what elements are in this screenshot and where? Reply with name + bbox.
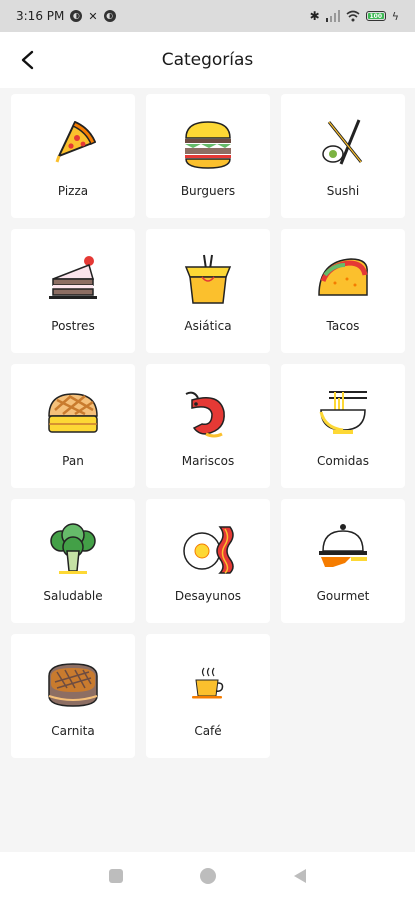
shrimp-icon	[185, 391, 225, 438]
category-card-saludable[interactable]: Saludable	[11, 499, 135, 623]
cake-icon	[49, 256, 97, 299]
square-icon	[108, 869, 123, 883]
battery-level: 100	[369, 12, 382, 20]
status-bar: 3:16 PM ◐ ✕ ◐ ✱ 100 ϟ	[0, 0, 415, 32]
category-label: Tacos	[326, 319, 360, 333]
category-label: Desayunos	[174, 589, 242, 603]
taco-icon	[318, 258, 368, 296]
category-label: Mariscos	[181, 454, 235, 468]
bread-icon	[48, 393, 98, 433]
coffee-cup-icon	[192, 667, 224, 699]
noodle-bowl-icon	[319, 391, 367, 434]
category-card-cafe[interactable]: Café	[146, 634, 270, 758]
category-label: Comidas	[317, 454, 369, 468]
signal-icon	[325, 10, 340, 22]
cloche-icon	[319, 524, 367, 567]
category-label: Sushi	[326, 184, 360, 198]
category-card-comidas[interactable]: Comidas	[281, 364, 405, 488]
category-label: Gourmet	[316, 589, 370, 603]
category-card-desayunos[interactable]: Desayunos	[146, 499, 270, 623]
egg-bacon-icon	[183, 526, 234, 574]
back-arrow-icon	[21, 50, 34, 70]
category-card-tacos[interactable]: Tacos	[281, 229, 405, 353]
category-card-pan[interactable]: Pan	[11, 364, 135, 488]
triangle-back-icon	[293, 869, 306, 883]
recents-button[interactable]	[106, 866, 126, 886]
category-label: Café	[194, 724, 222, 738]
takeout-box-icon	[184, 254, 232, 304]
category-card-mariscos[interactable]: Mariscos	[146, 364, 270, 488]
category-label: Carnita	[51, 724, 95, 738]
category-label: Pizza	[57, 184, 89, 198]
back-nav-button[interactable]	[290, 866, 310, 886]
category-label: Postres	[51, 319, 95, 333]
back-button[interactable]	[12, 44, 44, 76]
category-card-burguers[interactable]: Burguers	[146, 94, 270, 218]
broccoli-icon	[50, 523, 96, 574]
pizza-icon	[55, 121, 96, 163]
charging-icon: ϟ	[391, 9, 399, 23]
notification-icon: ◐	[70, 10, 83, 22]
battery-icon: 100	[365, 11, 386, 21]
category-label: Asiática	[184, 319, 232, 333]
sushi-icon	[322, 119, 363, 165]
bluetooth-icon: ✱	[309, 9, 320, 23]
home-button[interactable]	[198, 866, 218, 886]
category-card-asiatica[interactable]: Asiática	[146, 229, 270, 353]
burger-icon	[185, 121, 231, 169]
circle-icon	[199, 868, 216, 884]
notification-icon-2: ◐	[103, 10, 116, 22]
wifi-icon	[346, 10, 360, 22]
tools-icon: ✕	[88, 9, 98, 23]
category-card-postres[interactable]: Postres	[11, 229, 135, 353]
status-time: 3:16 PM	[16, 9, 65, 23]
app-bar: Categorías	[0, 32, 415, 88]
page-title: Categorías	[161, 50, 254, 70]
category-card-gourmet[interactable]: Gourmet	[281, 499, 405, 623]
category-label: Saludable	[43, 589, 103, 603]
category-label: Burguers	[180, 184, 236, 198]
steak-icon	[48, 663, 98, 707]
category-grid: Pizza Burguers Sushi Postres Asiática Ta…	[11, 94, 405, 758]
category-card-carnita[interactable]: Carnita	[11, 634, 135, 758]
category-card-sushi[interactable]: Sushi	[281, 94, 405, 218]
system-nav-bar	[0, 852, 415, 900]
category-card-pizza[interactable]: Pizza	[11, 94, 135, 218]
category-label: Pan	[62, 454, 84, 468]
